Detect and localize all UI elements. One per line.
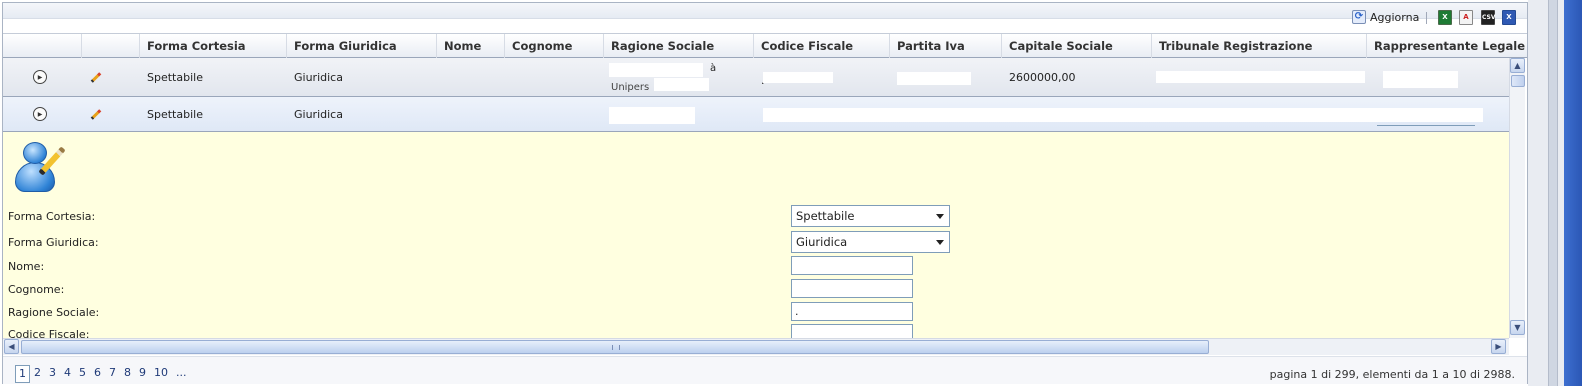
play-icon: ▶ xyxy=(33,107,47,121)
label-forma-giuridica: Forma Giuridica: xyxy=(8,236,99,249)
forma-giuridica-value: Giuridica xyxy=(796,235,848,249)
redacted-block xyxy=(609,63,703,77)
header-nome[interactable]: Nome xyxy=(437,34,505,58)
excel-alt-export-icon[interactable]: X xyxy=(1502,10,1516,25)
redacted-block xyxy=(1156,71,1365,83)
redacted-block xyxy=(763,72,833,83)
splitter-bar[interactable] xyxy=(1548,0,1577,386)
header-codice-fiscale[interactable]: Codice Fiscale xyxy=(754,34,890,58)
page-link[interactable]: 5 xyxy=(75,365,90,383)
excel-export-icon[interactable]: X xyxy=(1438,10,1452,25)
ragione-sociale-field[interactable]: . xyxy=(791,302,913,321)
vertical-scroll-thumb[interactable] xyxy=(1511,75,1525,87)
label-nome: Nome: xyxy=(8,260,45,273)
header-ragione-sociale[interactable]: Ragione Sociale xyxy=(604,34,754,58)
page-link[interactable]: 1 xyxy=(15,365,30,383)
detail-panel: Forma Cortesia: Spettabile Forma Giuridi… xyxy=(3,132,1509,338)
table-row[interactable]: ▶ Spettabile Giuridica à Unipers . 26000… xyxy=(3,58,1509,97)
page-link[interactable]: 10 xyxy=(150,365,172,383)
cognome-field[interactable] xyxy=(791,279,913,298)
cell-forma-cortesia: Spettabile xyxy=(147,70,203,84)
horizontal-scroll-thumb[interactable] xyxy=(21,340,1209,354)
header-cognome[interactable]: Cognome xyxy=(505,34,604,58)
vertical-scrollbar[interactable]: ▲ ▼ xyxy=(1509,58,1525,338)
label-codice-fiscale: Codice Fiscale: xyxy=(8,328,90,338)
page-link[interactable]: 7 xyxy=(105,365,120,383)
header-forma-giuridica[interactable]: Forma Giuridica xyxy=(287,34,437,58)
label-cognome: Cognome: xyxy=(8,283,65,296)
redacted-block xyxy=(763,108,1483,122)
header-tribunale-registrazione[interactable]: Tribunale Registrazione xyxy=(1152,34,1367,58)
grid-header: Forma Cortesia Forma Giuridica Nome Cogn… xyxy=(3,33,1527,58)
pencil-icon xyxy=(89,108,102,121)
header-forma-cortesia[interactable]: Forma Cortesia xyxy=(140,34,287,58)
scroll-left-button[interactable]: ◀ xyxy=(4,339,19,354)
cell-forma-cortesia: Spettabile xyxy=(147,107,203,121)
horizontal-scrollbar[interactable]: ◀ ▶ xyxy=(3,338,1509,355)
edit-row-button[interactable] xyxy=(89,58,102,96)
scroll-right-button[interactable]: ▶ xyxy=(1491,339,1506,354)
label-forma-cortesia: Forma Cortesia: xyxy=(8,210,96,223)
redacted-block xyxy=(654,78,709,91)
pencil-icon xyxy=(89,71,102,84)
cell-forma-giuridica: Giuridica xyxy=(294,107,343,121)
edit-user-icon xyxy=(13,140,66,194)
page-link[interactable]: 6 xyxy=(90,365,105,383)
header-rappresentante-legale[interactable]: Rappresentante Legale xyxy=(1367,34,1527,58)
csv-export-icon[interactable]: CSV xyxy=(1481,10,1495,25)
nome-field[interactable] xyxy=(791,256,913,275)
header-partita-iva[interactable]: Partita Iva xyxy=(890,34,1002,58)
label-ragione-sociale: Ragione Sociale: xyxy=(8,306,100,319)
forma-cortesia-select[interactable]: Spettabile xyxy=(791,205,950,227)
edit-row-button[interactable] xyxy=(89,97,102,131)
pagination-info: pagina 1 di 299, elementi da 1 a 10 di 2… xyxy=(1269,368,1515,381)
redacted-block xyxy=(609,107,695,124)
page-link[interactable]: 2 xyxy=(30,365,45,383)
pdf-export-icon[interactable]: A xyxy=(1459,10,1473,25)
scroll-down-button[interactable]: ▼ xyxy=(1510,320,1525,335)
page-links: 1 2 3 4 5 6 7 8 9 10... xyxy=(15,365,191,383)
redacted-block xyxy=(897,72,971,85)
chevron-down-icon xyxy=(936,240,944,245)
pagination-bar: 1 2 3 4 5 6 7 8 9 10... pagina 1 di 299, elementi… xyxy=(3,356,1527,384)
scroll-grip xyxy=(612,345,620,350)
table-row-selected[interactable]: ▶ Spettabile Giuridica xyxy=(3,97,1509,132)
page-link[interactable]: 8 xyxy=(120,365,135,383)
page-more-link[interactable]: ... xyxy=(172,365,191,383)
cell-forma-giuridica: Giuridica xyxy=(294,70,343,84)
cell-capitale-sociale: 2600000,00 xyxy=(1009,70,1076,84)
grid-toolbar: ⟳ Aggiorna X A CSV X xyxy=(3,10,1527,33)
forma-cortesia-value: Spettabile xyxy=(796,209,855,223)
window-right-edge xyxy=(1528,0,1582,386)
refresh-icon: ⟳ xyxy=(1352,10,1366,24)
chevron-down-icon xyxy=(936,214,944,219)
header-expand-col xyxy=(3,34,82,58)
refresh-label: Aggiorna xyxy=(1370,10,1420,24)
forma-giuridica-select[interactable]: Giuridica xyxy=(791,231,950,253)
page-link[interactable]: 3 xyxy=(45,365,60,383)
header-capitale-sociale[interactable]: Capitale Sociale xyxy=(1002,34,1152,58)
header-edit-col xyxy=(82,34,140,58)
redacted-block xyxy=(1383,71,1458,88)
page-link[interactable]: 9 xyxy=(135,365,150,383)
expand-row-button[interactable]: ▶ xyxy=(33,97,47,131)
page-link[interactable]: 4 xyxy=(60,365,75,383)
row-underline xyxy=(1377,125,1475,126)
toolbar-separator xyxy=(1426,12,1427,24)
desktop-edge xyxy=(1564,0,1582,386)
scroll-up-button[interactable]: ▲ xyxy=(1510,58,1525,73)
expand-row-button[interactable]: ▶ xyxy=(33,58,47,96)
panel-top-band xyxy=(3,3,1527,19)
play-icon: ▶ xyxy=(33,70,47,84)
refresh-button[interactable]: ⟳ Aggiorna xyxy=(1352,10,1419,24)
codice-fiscale-field[interactable] xyxy=(791,324,913,338)
